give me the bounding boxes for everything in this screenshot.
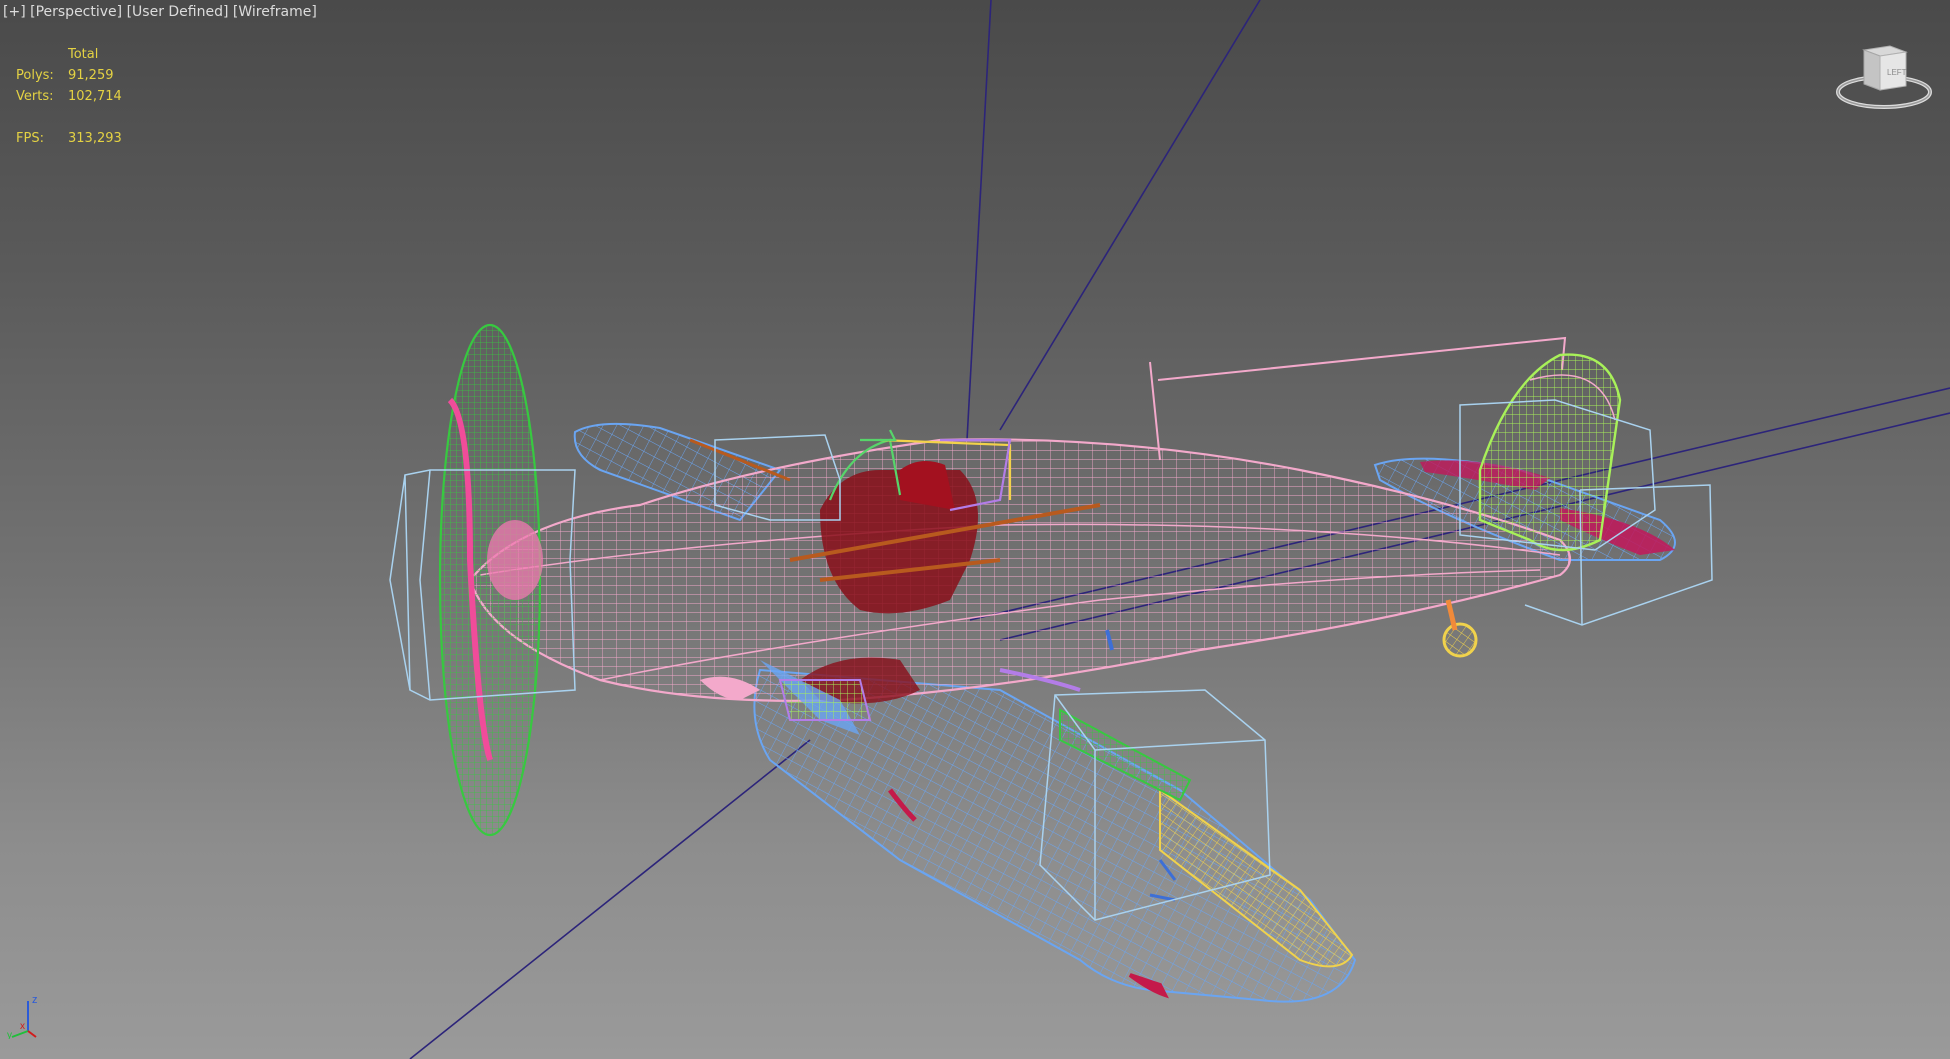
axis-x-label: x: [20, 1021, 25, 1032]
viewcube-face-label: LEFT: [1887, 68, 1907, 77]
stats-fps-label: FPS:: [16, 131, 44, 146]
propeller-mesh: [438, 323, 543, 837]
stats-verts-label: Verts:: [16, 89, 54, 104]
axis-y-label: y: [7, 1030, 12, 1039]
stats-polys-label: Polys:: [16, 68, 54, 83]
viewport-label[interactable]: [+] [Perspective] [User Defined] [Wirefr…: [3, 4, 317, 20]
scene-wireframe-aircraft[interactable]: [0, 0, 1950, 1059]
tail-fin-mesh: [1478, 353, 1622, 552]
viewport-wireframe-perspective[interactable]: [+] [Perspective] [User Defined] [Wirefr…: [0, 0, 1950, 1059]
viewport-menu-perspective[interactable]: [Perspective]: [30, 4, 122, 20]
viewcube-icon[interactable]: LEFT: [1834, 40, 1934, 115]
stats-header: Total: [68, 47, 99, 62]
viewport-menu-plus[interactable]: [+]: [3, 4, 26, 20]
stats-polys-value: 91,259: [68, 68, 114, 83]
viewport-menu-wireframe[interactable]: [Wireframe]: [233, 4, 317, 20]
axis-z-label: z: [32, 994, 38, 1006]
stats-overlay: Total Polys: 91,259 Verts: 102,714 FPS: 313…: [16, 44, 122, 149]
stats-fps-value: 313,293: [68, 131, 122, 146]
stats-verts-value: 102,714: [68, 89, 122, 104]
viewport-menu-user-defined[interactable]: [User Defined]: [127, 4, 229, 20]
axis-tripod-icon: z x y: [7, 994, 38, 1039]
